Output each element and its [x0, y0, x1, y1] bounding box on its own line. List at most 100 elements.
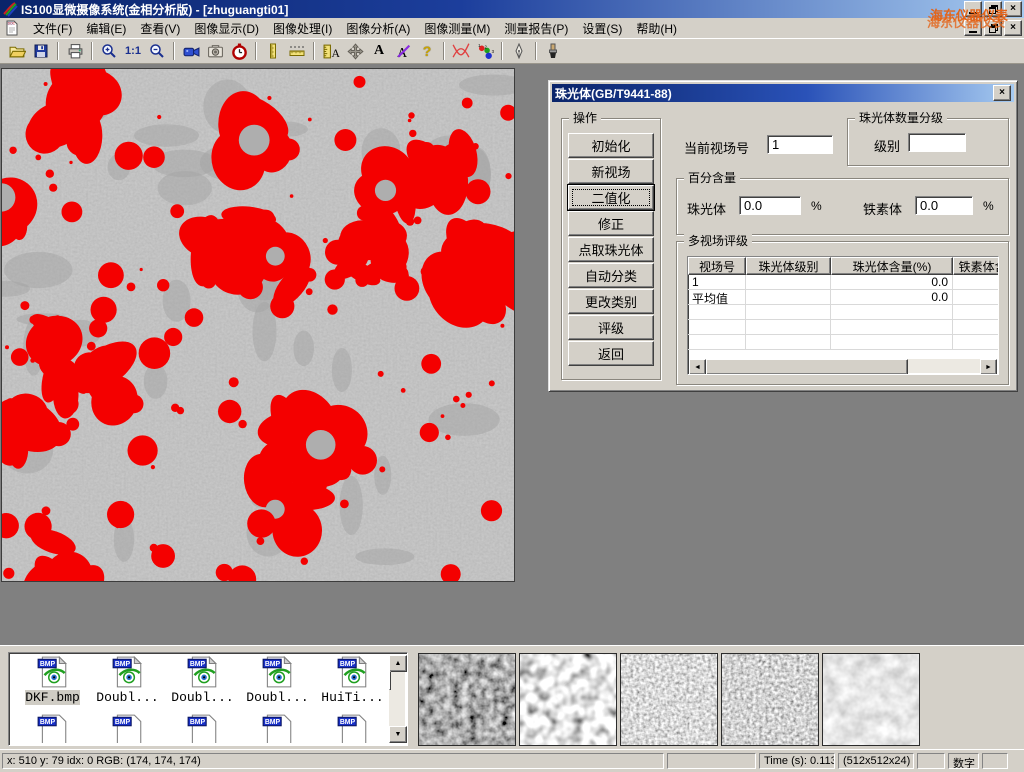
dialog-title-bar[interactable]: 珠光体(GB/T9441-88) ×: [552, 84, 1014, 102]
current-view-input[interactable]: 1: [767, 135, 833, 154]
timer-button[interactable]: [227, 40, 251, 62]
file-item[interactable]: BMP: [165, 713, 240, 743]
file-name[interactable]: HuiTi...: [321, 690, 383, 705]
file-name[interactable]: DKF.bmp: [25, 690, 80, 705]
menu-image-processing[interactable]: 图像处理(I): [266, 18, 339, 39]
file-item[interactable]: BMP: [315, 713, 389, 743]
file-item[interactable]: BMP HuiTi...: [315, 655, 389, 705]
table-header-row: 视场号 珠光体级别 珠光体含量(%) 铁素体含量(%): [688, 257, 998, 275]
file-item[interactable]: BMP: [15, 713, 90, 743]
zoom-in-button[interactable]: [97, 40, 121, 62]
file-name[interactable]: Doubl...: [171, 690, 233, 705]
col-header-grade[interactable]: 珠光体级别: [746, 257, 831, 275]
curve-tool-button[interactable]: [449, 40, 473, 62]
help-button[interactable]: ?: [415, 40, 439, 62]
init-button[interactable]: 初始化: [568, 133, 654, 158]
menu-file[interactable]: 文件(F): [26, 18, 79, 39]
status-panel-empty: [917, 753, 945, 769]
thumbnail-4[interactable]: [721, 653, 819, 746]
brush-tool-button[interactable]: [541, 40, 565, 62]
move-tool-button[interactable]: [343, 40, 367, 62]
menu-image-measure[interactable]: 图像测量(M): [417, 18, 497, 39]
menu-edit[interactable]: 编辑(E): [79, 18, 133, 39]
file-item[interactable]: BMP Doubl...: [90, 655, 165, 705]
pen-tool-button[interactable]: [507, 40, 531, 62]
file-name[interactable]: Doubl...: [96, 690, 158, 705]
auto-classify-button[interactable]: 自动分类: [568, 263, 654, 288]
thumbnail-5[interactable]: [822, 653, 920, 746]
ruler-vertical-icon: [265, 43, 281, 59]
file-list-scrollbar[interactable]: ▲ ▼: [389, 655, 405, 743]
thumbnail-1[interactable]: [418, 653, 516, 746]
child-minimize-button[interactable]: [964, 20, 982, 36]
ruler-horizontal-button[interactable]: [285, 40, 309, 62]
restore-button[interactable]: [984, 1, 1002, 17]
minimize-button[interactable]: [964, 1, 982, 17]
measure-text-button[interactable]: A: [319, 40, 343, 62]
thumbnail-3[interactable]: [620, 653, 718, 746]
multi-view-table[interactable]: 视场号 珠光体级别 珠光体含量(%) 铁素体含量(%) 1 0.0: [687, 256, 999, 375]
text-tool-button[interactable]: A: [367, 40, 391, 62]
pick-pearlite-button[interactable]: 点取珠光体: [568, 237, 654, 262]
save-icon: [33, 43, 49, 59]
scroll-down-button[interactable]: ▼: [389, 726, 407, 743]
table-row[interactable]: 平均值 0.0: [688, 290, 998, 305]
actual-size-button[interactable]: 1:1: [121, 40, 145, 62]
file-item[interactable]: BMP Doubl...: [240, 655, 315, 705]
save-button[interactable]: [29, 40, 53, 62]
menu-help[interactable]: 帮助(H): [629, 18, 684, 39]
print-button[interactable]: [63, 40, 87, 62]
file-item[interactable]: BMP: [90, 713, 165, 743]
video-capture-button[interactable]: [179, 40, 203, 62]
correct-button[interactable]: 修正: [568, 211, 654, 236]
scroll-left-button[interactable]: ◄: [689, 359, 706, 375]
grade-input[interactable]: [908, 133, 966, 152]
col-header-pearlite[interactable]: 珠光体含量(%): [831, 257, 953, 275]
file-name[interactable]: Doubl...: [246, 690, 308, 705]
file-list[interactable]: BMP DKF.bmp: [8, 652, 408, 746]
scroll-up-button[interactable]: ▲: [389, 655, 407, 672]
menu-image-display[interactable]: 图像显示(D): [187, 18, 266, 39]
dialog-close-button[interactable]: ×: [993, 85, 1011, 101]
menu-settings[interactable]: 设置(S): [575, 18, 629, 39]
child-close-button[interactable]: ×: [1004, 20, 1022, 36]
child-minimize-icon: [969, 24, 977, 33]
file-item[interactable]: BMP DKF.bmp: [15, 655, 90, 705]
new-field-button[interactable]: 新视场: [568, 159, 654, 184]
rate-button[interactable]: 评级: [568, 315, 654, 340]
menu-measure-report[interactable]: 测量报告(P): [497, 18, 575, 39]
col-header-view[interactable]: 视场号: [688, 257, 746, 275]
menu-view[interactable]: 查看(V): [133, 18, 187, 39]
micrograph-image[interactable]: [1, 68, 515, 582]
pearlite-percent-input[interactable]: 0.0: [739, 196, 801, 215]
scrollbar-thumb[interactable]: [389, 671, 391, 690]
col-header-ferrite[interactable]: 铁素体含量(%): [953, 257, 999, 275]
count-points-button[interactable]: 1 2 3: [473, 40, 497, 62]
table-row-empty: [688, 305, 998, 320]
table-row[interactable]: 1 0.0: [688, 275, 998, 290]
open-file-button[interactable]: [5, 40, 29, 62]
cell-grade: [746, 275, 831, 290]
svg-text:DOC: DOC: [8, 22, 16, 26]
bmp-file-icon: BMP: [111, 713, 145, 743]
scrollbar-thumb[interactable]: [706, 359, 908, 375]
annotate-tool-button[interactable]: A: [391, 40, 415, 62]
document-icon[interactable]: DOC: [4, 20, 20, 36]
menu-image-analysis[interactable]: 图像分析(A): [339, 18, 417, 39]
child-restore-button[interactable]: [984, 20, 1002, 36]
table-horizontal-scrollbar[interactable]: ◄ ►: [689, 359, 997, 373]
binarize-button[interactable]: 二值化: [568, 185, 654, 210]
ferrite-percent-input[interactable]: 0.0: [915, 196, 973, 215]
scroll-right-button[interactable]: ►: [980, 359, 997, 375]
camera-button[interactable]: [203, 40, 227, 62]
zoom-out-button[interactable]: [145, 40, 169, 62]
table-row-empty: [688, 320, 998, 335]
change-class-button[interactable]: 更改类别: [568, 289, 654, 314]
file-item[interactable]: BMP: [240, 713, 315, 743]
ruler-vertical-button[interactable]: [261, 40, 285, 62]
cell-view: 平均值: [688, 290, 746, 305]
file-item[interactable]: BMP Doubl...: [165, 655, 240, 705]
return-button[interactable]: 返回: [568, 341, 654, 366]
thumbnail-2[interactable]: [519, 653, 617, 746]
close-button[interactable]: ×: [1004, 1, 1022, 17]
